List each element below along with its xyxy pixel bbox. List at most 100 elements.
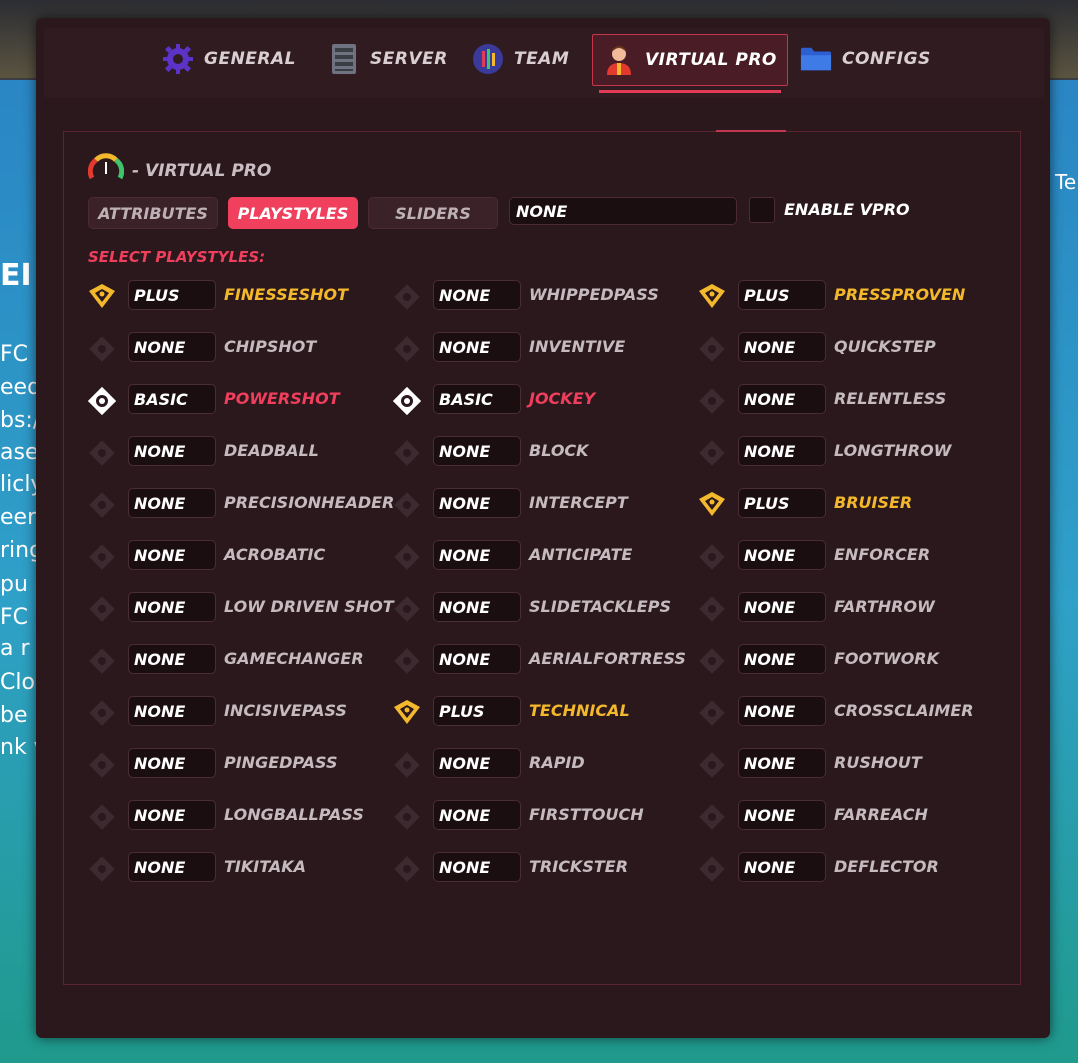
playstyle-name: INTERCEPT — [529, 493, 628, 512]
playstyle-level-dropdown[interactable]: NONE — [433, 540, 521, 570]
playstyle-name: LOW DRIVEN SHOT — [224, 597, 394, 616]
panel-title: - VIRTUAL PRO — [132, 160, 272, 181]
playstyle-icon — [698, 335, 726, 362]
playstyle-name: CROSSCLAIMER — [834, 701, 974, 720]
playstyle-level-dropdown[interactable]: NONE — [433, 800, 521, 830]
playstyle-icon — [393, 699, 421, 725]
playstyle-level-dropdown[interactable]: NONE — [433, 852, 521, 882]
playstyle-icon — [88, 647, 116, 674]
playstyle-level-dropdown[interactable]: PLUS — [433, 696, 521, 726]
playstyle-level-dropdown[interactable]: NONE — [128, 488, 216, 518]
playstyle-level-dropdown[interactable]: NONE — [128, 540, 216, 570]
playstyle-level-dropdown[interactable]: BASIC — [128, 384, 216, 414]
background-text-fragment: eed — [0, 375, 42, 400]
playstyle-level-dropdown[interactable]: NONE — [433, 488, 521, 518]
playstyle-item: NONE SLIDETACKLEPS — [393, 592, 683, 622]
playstyle-icon — [698, 647, 726, 674]
playstyle-icon — [88, 335, 116, 362]
playstyle-level-dropdown[interactable]: NONE — [128, 436, 216, 466]
playstyle-level-dropdown[interactable]: NONE — [738, 332, 826, 362]
playstyle-icon — [393, 647, 421, 674]
playstyle-level-dropdown[interactable]: NONE — [433, 748, 521, 778]
playstyle-icon — [393, 283, 421, 310]
playstyle-name: BLOCK — [529, 441, 589, 460]
playstyle-level-dropdown[interactable]: NONE — [738, 748, 826, 778]
playstyle-name: ACROBATIC — [224, 545, 326, 564]
playstyle-item: NONE RUSHOUT — [698, 748, 988, 778]
section-title: SELECT PLAYSTYLES: — [88, 248, 266, 266]
background-text-fragment: FC — [0, 342, 29, 367]
playstyle-name: DEFLECTOR — [834, 857, 939, 876]
folder-icon — [800, 43, 832, 75]
playstyle-level-dropdown[interactable]: PLUS — [128, 280, 216, 310]
playstyle-level-dropdown[interactable]: NONE — [738, 800, 826, 830]
playstyle-level-dropdown[interactable]: NONE — [738, 436, 826, 466]
background-text-fragment: be — [0, 703, 28, 728]
playstyle-level-dropdown[interactable]: NONE — [128, 748, 216, 778]
playstyle-level-dropdown[interactable]: NONE — [738, 644, 826, 674]
subtab-sliders[interactable]: SLIDERS — [368, 197, 498, 229]
playstyle-level-dropdown[interactable]: NONE — [738, 852, 826, 882]
playstyle-level-dropdown[interactable]: NONE — [433, 332, 521, 362]
gear-icon — [162, 43, 194, 75]
playstyle-icon — [393, 491, 421, 518]
playstyle-name: PINGEDPASS — [224, 753, 338, 772]
playstyle-item: NONE FOOTWORK — [698, 644, 988, 674]
playstyle-level-dropdown[interactable]: NONE — [433, 436, 521, 466]
playstyle-name: INVENTIVE — [529, 337, 626, 356]
playstyle-name: GAMECHANGER — [224, 649, 364, 668]
playstyle-item: NONE PRECISIONHEADER — [88, 488, 394, 518]
playstyle-level-dropdown[interactable]: NONE — [128, 644, 216, 674]
playstyle-name: TECHNICAL — [529, 701, 630, 720]
playstyle-level-dropdown[interactable]: NONE — [433, 644, 521, 674]
playstyle-level-dropdown[interactable]: NONE — [738, 592, 826, 622]
subtab-playstyles[interactable]: PLAYSTYLES — [228, 197, 358, 229]
tab-general-label: GENERAL — [204, 49, 296, 69]
playstyle-level-dropdown[interactable]: NONE — [128, 592, 216, 622]
playstyle-item: NONE WHIPPEDPASS — [393, 280, 683, 310]
playstyle-item: NONE INTERCEPT — [393, 488, 683, 518]
playstyle-icon — [88, 283, 116, 309]
background-text-fragment: bs:/ — [0, 408, 41, 433]
playstyle-level-dropdown[interactable]: NONE — [738, 384, 826, 414]
playstyle-level-dropdown[interactable]: NONE — [128, 332, 216, 362]
tab-team[interactable]: TEAM — [472, 34, 569, 84]
playstyle-item: NONE ANTICIPATE — [393, 540, 683, 570]
playstyle-item: NONE LONGBALLPASS — [88, 800, 378, 830]
subtab-attributes[interactable]: ATTRIBUTES — [88, 197, 218, 229]
playstyle-level-dropdown[interactable]: NONE — [433, 280, 521, 310]
background-text-fragment: EI — [0, 258, 32, 293]
playstyle-name: CHIPSHOT — [224, 337, 317, 356]
enable-vpro-checkbox[interactable] — [749, 197, 775, 223]
playstyle-level-dropdown[interactable]: NONE — [128, 696, 216, 726]
playstyle-name: POWERSHOT — [224, 389, 340, 408]
playstyle-name: TRICKSTER — [529, 857, 629, 876]
playstyle-level-dropdown[interactable]: NONE — [128, 852, 216, 882]
playstyle-level-dropdown[interactable]: PLUS — [738, 488, 826, 518]
playstyle-level-dropdown[interactable]: NONE — [738, 696, 826, 726]
playstyle-level-dropdown[interactable]: NONE — [738, 540, 826, 570]
playstyle-level-dropdown[interactable]: PLUS — [738, 280, 826, 310]
playstyle-name: FOOTWORK — [834, 649, 940, 668]
playstyle-name: LONGTHROW — [834, 441, 952, 460]
playstyle-level-dropdown[interactable]: BASIC — [433, 384, 521, 414]
playstyle-item: NONE DEFLECTOR — [698, 852, 988, 882]
playstyle-name: ENFORCER — [834, 545, 931, 564]
tab-configs[interactable]: CONFIGS — [800, 34, 931, 84]
tab-server-label: SERVER — [370, 49, 448, 69]
playstyle-level-dropdown[interactable]: NONE — [433, 592, 521, 622]
playstyle-level-dropdown[interactable]: NONE — [128, 800, 216, 830]
playstyle-item: NONE LOW DRIVEN SHOT — [88, 592, 394, 622]
playstyle-icon — [88, 491, 116, 518]
tab-server[interactable]: SERVER — [328, 34, 448, 84]
playstyle-name: RUSHOUT — [834, 753, 922, 772]
playstyle-icon — [88, 595, 116, 622]
playstyle-item: NONE INVENTIVE — [393, 332, 683, 362]
tab-general[interactable]: GENERAL — [162, 34, 296, 84]
tab-virtual-pro[interactable]: VIRTUAL PRO — [592, 34, 788, 93]
playstyle-item: NONE FIRSTTOUCH — [393, 800, 683, 830]
playstyle-icon — [393, 543, 421, 570]
playstyle-item: BASIC POWERSHOT — [87, 384, 378, 416]
preset-dropdown[interactable]: NONE — [509, 197, 737, 225]
background-text-fragment: a r — [0, 636, 30, 661]
